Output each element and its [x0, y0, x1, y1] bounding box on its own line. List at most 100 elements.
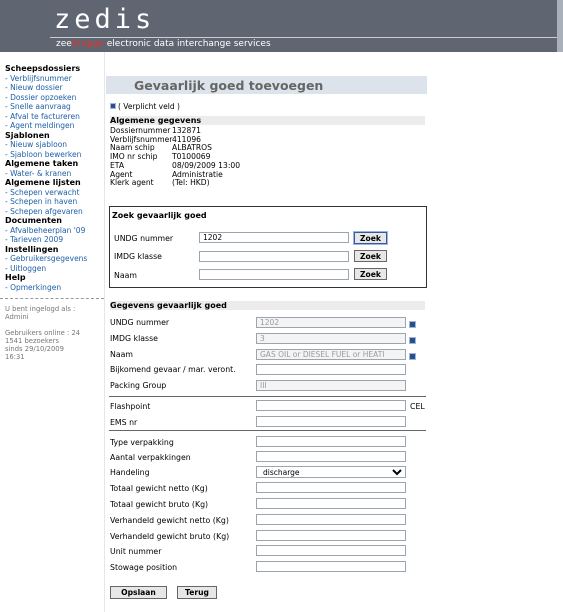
package-count-label: Aantal verpakkingen [110, 453, 191, 462]
sidebar-section-title: Algemene lijsten [5, 178, 81, 187]
flashpoint-field[interactable] [256, 400, 406, 411]
search-imdg-label: IMDG klasse [114, 252, 162, 261]
ems-label: EMS nr [110, 418, 138, 427]
sidebar-section-title: Scheepsdossiers [5, 64, 81, 73]
visitors-time: 16:31 [5, 353, 25, 361]
sidebar-link[interactable]: - Gebruikersgegevens [5, 254, 104, 264]
info-label: Dossiernummer [110, 126, 171, 135]
search-imdg-input[interactable] [199, 251, 349, 262]
sidebar: Scheepsdossiers - Verblijfsnummer - Nieuw … [0, 58, 104, 612]
traded-gross-weight-field[interactable] [256, 530, 406, 541]
search-imdg-button[interactable]: Zoek [354, 250, 387, 262]
package-count-field[interactable] [256, 451, 406, 462]
imdg-field[interactable] [256, 333, 406, 344]
sidebar-link[interactable]: - Water- & kranen [5, 169, 104, 179]
logo: zedis [54, 4, 156, 35]
separator [109, 396, 426, 397]
gross-weight-label: Totaal gewicht bruto (Kg) [110, 500, 209, 509]
tagline: zeebrugge electronic data interchange se… [56, 39, 271, 50]
info-value: (Tel: HKD) [172, 178, 210, 188]
name-field[interactable] [256, 349, 406, 360]
general-header: Algemene gegevens [110, 116, 425, 125]
sidebar-link[interactable]: - Schepen in haven [5, 197, 104, 207]
sidebar-link[interactable]: - Nieuw sjabloon [5, 140, 104, 150]
info-label: Naam schip [110, 143, 155, 153]
sidebar-link[interactable]: - Uitloggen [5, 264, 104, 274]
sidebar-section-title: Sjablonen [5, 130, 50, 140]
info-value: 08/09/2009 13:00 [172, 160, 241, 170]
required-note: ( Verplicht veld ) [110, 102, 180, 111]
sidebar-link[interactable]: - Opmerkingen [5, 283, 104, 293]
required-icon [110, 103, 116, 109]
packing-group-field[interactable] [256, 380, 406, 391]
sidebar-link[interactable]: - Schepen afgevaren [5, 207, 104, 217]
extra-hazard-field[interactable] [256, 364, 406, 375]
undg-label: UNDG nummer [110, 318, 170, 327]
page-title: Gevaarlijk goed toevoegen [134, 78, 324, 93]
sidebar-border [104, 52, 105, 612]
net-weight-field[interactable] [256, 482, 406, 493]
visitors-since: sinds 29/10/2009 [5, 345, 64, 353]
gross-weight-field[interactable] [256, 498, 406, 509]
stowage-label: Stowage position [110, 563, 178, 572]
header-edge [557, 0, 563, 52]
sidebar-link[interactable]: - Snelle aanvraag [5, 102, 104, 112]
info-label: Verblijfsnummer [110, 134, 173, 144]
sidebar-link[interactable]: - Tarieven 2009 [5, 235, 104, 245]
required-icon [409, 353, 416, 360]
header-bar: zedis zeebrugge electronic data intercha… [0, 0, 563, 52]
required-note-text: ( Verplicht veld ) [118, 102, 180, 111]
net-weight-label: Totaal gewicht netto (Kg) [110, 484, 208, 493]
unit-number-label: Unit nummer [110, 547, 162, 556]
search-undg-label: UNDG nummer [114, 234, 174, 243]
info-value: ALBATROS [172, 143, 212, 153]
traded-gross-weight-label: Verhandeld gewicht bruto (Kg) [110, 532, 230, 541]
extra-hazard-label: Bijkomend gevaar / mar. veront. [110, 365, 236, 374]
back-button[interactable]: Terug [177, 586, 217, 599]
sidebar-section-title: Instellingen [5, 244, 59, 254]
sidebar-link[interactable]: - Afvalbeheerplan '09 [5, 226, 104, 236]
info-label: Agent [110, 169, 133, 179]
flashpoint-label: Flashpoint [110, 402, 151, 411]
handling-label: Handeling [110, 468, 150, 477]
ems-field[interactable] [256, 416, 406, 427]
stowage-field[interactable] [256, 561, 406, 572]
info-value: 411096 [172, 134, 201, 144]
search-name-button[interactable]: Zoek [354, 268, 387, 280]
separator [109, 430, 426, 431]
sidebar-section-title: Algemene taken [5, 159, 79, 168]
search-undg-button[interactable]: Zoek [354, 232, 387, 244]
visitors-count: 1541 bezoekers [5, 337, 60, 345]
details-header: Gegevens gevaarlijk goed [110, 301, 425, 310]
unit-number-field[interactable] [256, 545, 406, 556]
handling-select[interactable]: discharge [256, 466, 406, 478]
search-header: Zoek gevaarlijk goed [112, 211, 207, 220]
save-button[interactable]: Opslaan [110, 586, 167, 599]
sidebar-sections: Scheepsdossiers - Verblijfsnummer - Nieuw … [0, 64, 104, 292]
logged-in-user: Admini [5, 313, 29, 321]
info-value: Administratie [172, 169, 223, 179]
users-online: Gebruikers online : 24 [5, 329, 81, 337]
type-packaging-label: Type verpakking [110, 438, 174, 447]
sidebar-link[interactable]: - Afval te factureren [5, 112, 104, 122]
search-name-input[interactable] [199, 269, 349, 280]
search-undg-input[interactable] [199, 232, 349, 243]
sidebar-link[interactable]: - Agent meldingen [5, 121, 104, 131]
sidebar-link[interactable]: - Verblijfsnummer [5, 74, 104, 84]
undg-field[interactable] [256, 317, 406, 328]
traded-net-weight-field[interactable] [256, 514, 406, 525]
info-label: Klerk agent [110, 178, 154, 188]
sidebar-section-title: Documenten [5, 216, 62, 225]
info-label: ETA [110, 160, 125, 170]
type-packaging-field[interactable] [256, 436, 406, 447]
search-name-label: Naam [114, 271, 137, 280]
info-value: T0100069 [172, 152, 211, 162]
logged-in-label: U bent ingelogd als : [5, 305, 76, 313]
sidebar-link[interactable]: - Schepen verwacht [5, 188, 104, 198]
sidebar-link[interactable]: - Nieuw dossier [5, 83, 104, 93]
sidebar-link[interactable]: - Sjabloon bewerken [5, 150, 104, 160]
traded-net-weight-label: Verhandeld gewicht netto (Kg) [110, 516, 229, 525]
tagline-zee: zee [56, 39, 72, 49]
sidebar-link[interactable]: - Dossier opzoeken [5, 93, 104, 103]
info-label: IMO nr schip [110, 152, 158, 162]
